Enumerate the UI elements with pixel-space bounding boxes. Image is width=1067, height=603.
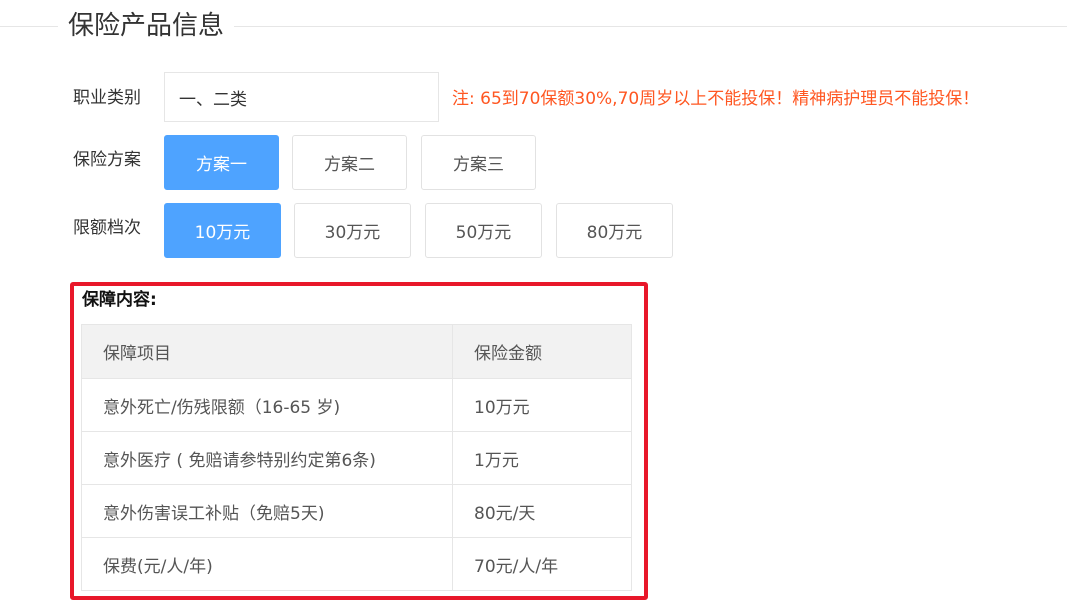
header-insured-amount: 保险金额: [452, 324, 632, 379]
plan-option-1-button[interactable]: 方案一: [164, 135, 279, 190]
limit-option-80w-button[interactable]: 80万元: [556, 203, 673, 258]
plan-option-3-button[interactable]: 方案三: [421, 135, 536, 190]
table-row: 意外伤害误工补贴（免赔5天) 80元/天: [81, 484, 632, 538]
table-row: 保费(元/人/年) 70元/人/年: [81, 537, 632, 591]
insurance-product-page: 保险产品信息 职业类别 注: 65到70保额30%,70周岁以上不能投保！精神病…: [0, 0, 1067, 603]
header-coverage-item: 保障项目: [81, 324, 453, 379]
coverage-item-cell: 保费(元/人/年): [81, 537, 453, 591]
occupation-note: 注: 65到70保额30%,70周岁以上不能投保！精神病护理员不能投保！: [452, 89, 980, 109]
coverage-amount-cell: 70元/人/年: [452, 537, 632, 591]
limit-label: 限额档次: [73, 218, 141, 238]
limit-option-30w-button[interactable]: 30万元: [294, 203, 411, 258]
limit-option-50w-button[interactable]: 50万元: [425, 203, 542, 258]
plan-option-2-button[interactable]: 方案二: [292, 135, 407, 190]
table-row: 意外死亡/伤残限额（16-65 岁) 10万元: [81, 378, 632, 432]
coverage-title: 保障内容:: [82, 290, 157, 310]
coverage-item-cell: 意外死亡/伤残限额（16-65 岁): [81, 378, 453, 432]
limit-option-10w-button[interactable]: 10万元: [164, 203, 281, 258]
table-row: 意外医疗 ( 免赔请参特别约定第6条) 1万元: [81, 431, 632, 485]
coverage-amount-cell: 1万元: [452, 431, 632, 485]
coverage-amount-cell: 10万元: [452, 378, 632, 432]
coverage-amount-cell: 80元/天: [452, 484, 632, 538]
occupation-label: 职业类别: [73, 88, 141, 108]
section-title: 保险产品信息: [58, 8, 235, 44]
plan-label: 保险方案: [73, 150, 141, 170]
coverage-item-cell: 意外伤害误工补贴（免赔5天): [81, 484, 453, 538]
coverage-table: 保障项目 保险金额 意外死亡/伤残限额（16-65 岁) 10万元 意外医疗 (…: [81, 324, 632, 591]
coverage-item-cell: 意外医疗 ( 免赔请参特别约定第6条): [81, 431, 453, 485]
table-header-row: 保障项目 保险金额: [81, 324, 632, 379]
occupation-input[interactable]: [164, 72, 439, 122]
